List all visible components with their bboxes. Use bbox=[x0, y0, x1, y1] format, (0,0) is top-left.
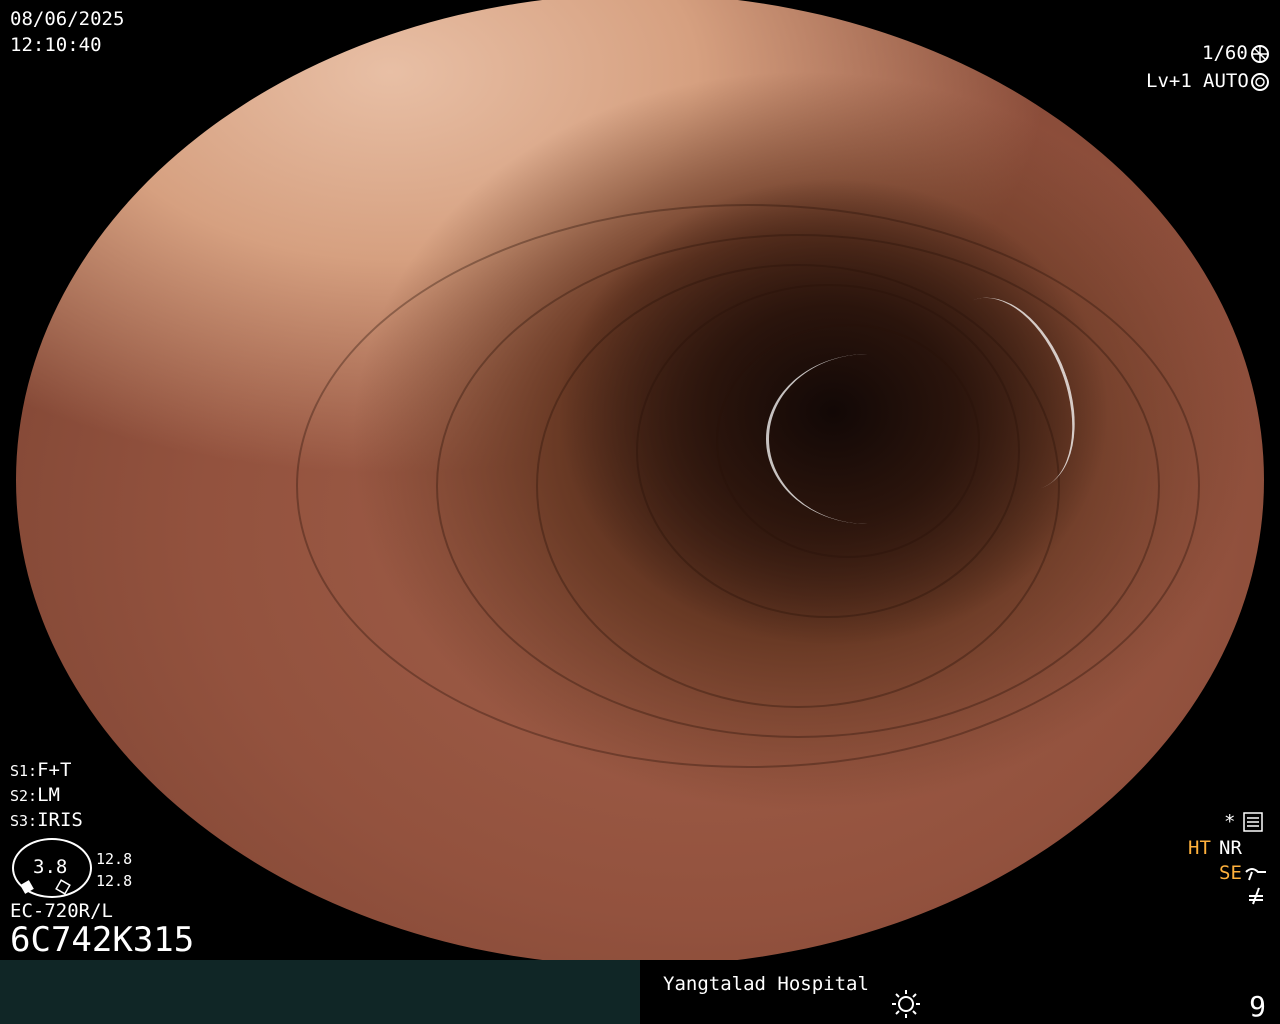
level-label: Lv+1 bbox=[1146, 70, 1192, 92]
s1-label: S1: bbox=[10, 762, 38, 780]
gauge-value: 3.8 bbox=[33, 856, 68, 878]
scope-serial: 6C742K315 bbox=[10, 920, 195, 960]
endoscope-view bbox=[16, 0, 1264, 966]
asterisk-label: * bbox=[1224, 811, 1236, 833]
footer-left-panel bbox=[0, 960, 640, 1024]
time-label: 12:10:40 bbox=[10, 34, 102, 56]
shutter-label: 1/60 bbox=[1202, 42, 1248, 64]
s2-value: LM bbox=[37, 784, 60, 806]
iris-icon bbox=[1251, 73, 1269, 91]
s1-value: F+T bbox=[37, 759, 72, 781]
settings-icon bbox=[1243, 812, 1263, 832]
hospital-name: Yangtalad Hospital bbox=[663, 973, 869, 995]
se-curve-icon bbox=[1245, 868, 1266, 881]
gauge-bottom-value: 12.8 bbox=[96, 872, 133, 890]
slash-icon bbox=[1249, 887, 1263, 905]
sun-icon bbox=[892, 990, 920, 1018]
date-label: 08/06/2025 bbox=[10, 8, 125, 30]
s3-label: S3: bbox=[10, 812, 38, 830]
aperture-icon bbox=[1251, 45, 1269, 63]
image-number: 9 bbox=[1249, 990, 1266, 1023]
gauge-marker-icon bbox=[20, 879, 71, 895]
nr-label: NR bbox=[1219, 837, 1242, 859]
s2-row: S2:LM bbox=[10, 785, 60, 806]
s1-row: S1:F+T bbox=[10, 760, 71, 781]
ht-label: HT bbox=[1188, 837, 1211, 859]
scope-model: EC-720R/L bbox=[10, 900, 113, 922]
s3-row: S3:IRIS bbox=[10, 810, 83, 831]
gauge-top-value: 12.8 bbox=[96, 850, 133, 868]
s3-value: IRIS bbox=[37, 809, 83, 831]
se-label: SE bbox=[1219, 862, 1242, 884]
specular-highlight bbox=[766, 354, 969, 524]
mode-label: AUTO bbox=[1203, 70, 1249, 92]
s2-label: S2: bbox=[10, 787, 38, 805]
